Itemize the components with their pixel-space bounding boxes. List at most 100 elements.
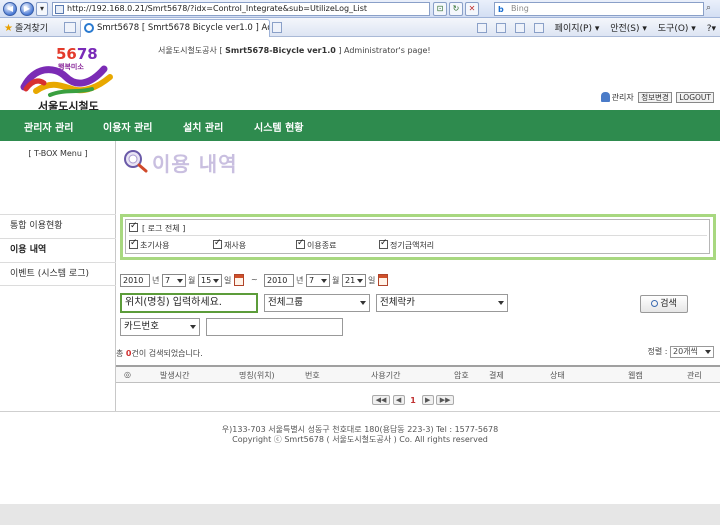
sidebar-item-integrated-usage[interactable]: 통합 이용현황 <box>0 214 116 238</box>
refresh-icon[interactable]: ↻ <box>449 2 463 16</box>
sort-select[interactable]: 20개씩 <box>670 346 714 358</box>
quick-tabs-icon[interactable] <box>64 22 76 33</box>
column-header: 상태 <box>550 371 565 380</box>
footer: 우)133-703 서울특별시 성동구 천호대로 180(용답동 223-3) … <box>0 425 720 445</box>
end-month-select[interactable]: 7 <box>306 274 330 287</box>
main-nav: 관리자 관리 이용자 관리 설치 관리 시스템 현황 <box>0 110 720 141</box>
search-go-icon[interactable]: ⌕ <box>706 3 711 13</box>
bing-icon: b <box>498 5 504 14</box>
result-count: 총 0건이 검색되었습니다. <box>116 349 203 358</box>
nav-admin-manage[interactable]: 관리자 관리 <box>24 119 73 134</box>
reuse-label: 재사용 <box>224 241 247 250</box>
mail-icon[interactable] <box>514 23 525 33</box>
bottom-strip <box>0 504 720 525</box>
column-header: 명칭(위치) <box>239 371 275 380</box>
url-text: http://192.168.0.21/Smrt5678/?idx=Contro… <box>67 4 368 13</box>
column-header: ◎ <box>124 370 131 379</box>
site-title: 서울도시철도공사 [ Smrt5678-Bicycle ver1.0 ] Adm… <box>158 46 431 55</box>
search-icon <box>651 300 659 307</box>
logout-button[interactable]: LOGOUT <box>676 92 714 103</box>
sort-label: 정렬 : <box>647 347 668 356</box>
regular-payment-checkbox[interactable] <box>379 238 388 249</box>
tab-title: Smrt5678 [ Smrt5678 Bicycle ver1.0 ] Adm… <box>97 23 269 33</box>
end-year-select[interactable]: 2010 <box>264 274 294 287</box>
home-icon[interactable] <box>477 23 488 33</box>
table-header: ◎ 발생시간 명칭(위치) 번호 사용기간 암호 결제 상태 웹캠 관리 <box>116 365 720 383</box>
start-month-select[interactable]: 7 <box>162 274 186 287</box>
site-logo[interactable]: 5678 행복미소 서울도시철도 <box>20 45 120 113</box>
compat-view-icon[interactable]: ⊡ <box>433 2 447 16</box>
print-icon[interactable] <box>533 23 544 33</box>
sidebar: [ T-BOX Menu ] 통합 이용현황 이용 내역 이벤트 (시스템 로그… <box>0 141 116 411</box>
nav-install-manage[interactable]: 설치 관리 <box>183 119 223 134</box>
group-select[interactable]: 전체그룹 <box>264 294 370 312</box>
admin-icon <box>600 92 610 102</box>
column-header: 암호 <box>454 371 469 380</box>
initial-use-checkbox[interactable] <box>129 238 138 249</box>
search-placeholder: Bing <box>511 4 529 13</box>
footer-divider <box>0 411 720 412</box>
year-unit: 년 <box>296 276 304 285</box>
tab-strip: ★ 즐겨찾기 Smrt5678 [ Smrt5678 Bicycle ver1.0… <box>0 18 720 37</box>
new-tab-icon[interactable] <box>272 22 282 33</box>
main-content: 이용 내역 [ 로그 전체 ] 초기사용 재사용 이용종료 정기금액처리 201… <box>116 141 720 411</box>
year-unit: 년 <box>152 276 160 285</box>
card-number-select[interactable]: 카드번호 <box>120 318 200 336</box>
feeds-icon[interactable] <box>496 23 507 33</box>
location-search-input[interactable]: 위치(명칭) 입력하세요. <box>120 293 258 313</box>
start-year-select[interactable]: 2010 <box>120 274 150 287</box>
end-calendar-icon[interactable] <box>378 274 388 286</box>
reuse-checkbox[interactable] <box>213 238 222 249</box>
tools-menu[interactable]: 도구(O) ▾ <box>658 24 696 34</box>
column-header: 관리 <box>687 371 702 380</box>
favorites-button[interactable]: ★ 즐겨찾기 <box>4 21 48 34</box>
column-header: 번호 <box>305 371 320 380</box>
end-day-select[interactable]: 21 <box>342 274 366 287</box>
address-bar[interactable]: http://192.168.0.21/Smrt5678/?idx=Contro… <box>52 2 430 16</box>
help-menu[interactable]: ?▾ <box>707 24 716 34</box>
sidebar-item-usage-history[interactable]: 이용 내역 <box>0 238 116 262</box>
browser-toolbar: ◀ ▶ ▾ http://192.168.0.21/Smrt5678/?idx=… <box>0 0 720 18</box>
rack-select[interactable]: 전체락카 <box>376 294 508 312</box>
filter-divider <box>129 235 707 236</box>
search-button[interactable]: 검색 <box>640 295 688 313</box>
nav-system-status[interactable]: 시스템 현황 <box>254 119 303 134</box>
next-page-button[interactable]: ▶ <box>421 395 434 405</box>
column-header: 사용기간 <box>371 371 401 380</box>
column-header: 결제 <box>489 371 504 380</box>
page-number[interactable]: 1 <box>407 396 419 405</box>
sort-area: 정렬 : 20개씩 <box>647 346 714 358</box>
log-filter-inner: [ 로그 전체 ] 초기사용 재사용 이용종료 정기금액처리 <box>125 219 710 254</box>
start-calendar-icon[interactable] <box>234 274 244 286</box>
first-page-button[interactable]: ◀◀ <box>372 395 390 405</box>
sidebar-item-event-log[interactable]: 이벤트 (시스템 로그) <box>0 262 116 286</box>
card-number-input[interactable] <box>206 318 343 336</box>
last-page-button[interactable]: ▶▶ <box>436 395 455 405</box>
edit-info-button[interactable]: 정보변경 <box>638 92 672 103</box>
day-unit: 일 <box>368 276 376 285</box>
page-icon <box>55 5 64 14</box>
stop-icon[interactable]: ✕ <box>465 2 479 16</box>
column-header: 웹캠 <box>628 371 643 380</box>
log-all-checkbox[interactable] <box>129 221 138 232</box>
month-unit: 월 <box>332 276 340 285</box>
end-use-checkbox[interactable] <box>296 238 305 249</box>
star-icon: ★ <box>4 23 13 34</box>
back-icon[interactable]: ◀ <box>3 2 17 16</box>
safety-menu[interactable]: 안전(S) ▾ <box>610 24 647 34</box>
column-header: 발생시간 <box>160 371 190 380</box>
log-all-label: [ 로그 전체 ] <box>142 224 186 233</box>
page-menu[interactable]: 페이지(P) ▾ <box>555 24 600 34</box>
magnifier-icon <box>124 150 148 173</box>
nav-user-manage[interactable]: 이용자 관리 <box>103 119 152 134</box>
forward-icon[interactable]: ▶ <box>20 2 34 16</box>
browser-tab[interactable]: Smrt5678 [ Smrt5678 Bicycle ver1.0 ] Adm… <box>80 19 270 37</box>
tbox-menu-title: [ T-BOX Menu ] <box>28 149 88 158</box>
search-input[interactable]: b Bing <box>494 2 704 16</box>
dropdown-icon[interactable]: ▾ <box>36 2 48 16</box>
page-title: 이용 내역 <box>152 152 238 176</box>
prev-page-button[interactable]: ◀ <box>392 395 405 405</box>
admin-area: 관리자 정보변경 LOGOUT <box>600 92 714 103</box>
initial-use-label: 초기사용 <box>140 241 170 250</box>
start-day-select[interactable]: 15 <box>198 274 222 287</box>
